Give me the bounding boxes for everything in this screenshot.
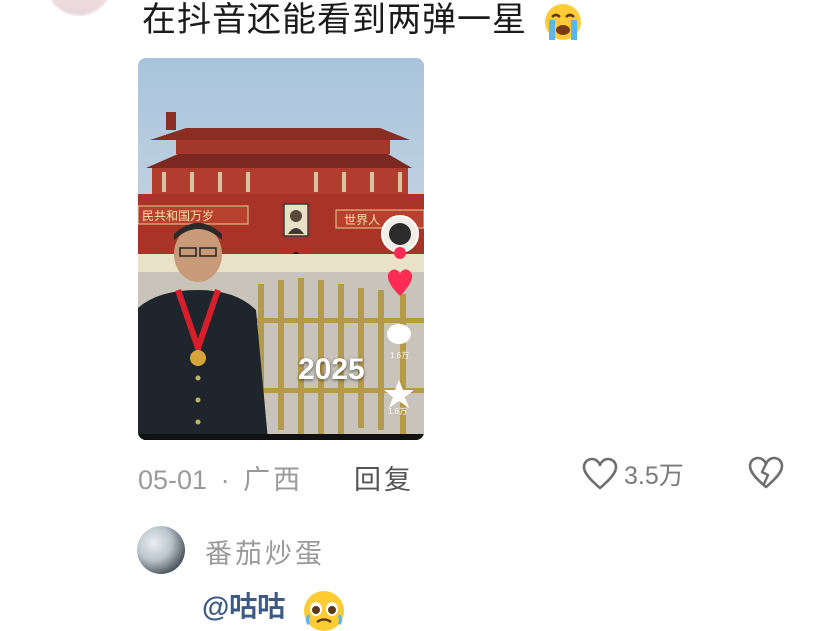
crying-face-icon bbox=[544, 3, 581, 40]
reply-username[interactable]: 番茄炒蛋 bbox=[205, 532, 325, 571]
like-button[interactable]: 3.5万 bbox=[582, 456, 684, 492]
reply-text: @咕咕 bbox=[202, 585, 349, 631]
like-count: 3.5万 bbox=[624, 462, 684, 490]
heart-outline-icon bbox=[582, 457, 618, 490]
meta-separator: · bbox=[220, 465, 230, 495]
comment-text-content: 在抖音还能看到两弹一星 bbox=[142, 0, 527, 40]
comment-count: 1.6万 bbox=[390, 351, 410, 360]
comment-text: 在抖音还能看到两弹一星 bbox=[142, 0, 587, 42]
plaque-right-text: 世界人 bbox=[344, 213, 380, 227]
mention-link[interactable]: @咕咕 bbox=[202, 591, 285, 622]
tiananmen-photo: 民共和国万岁 世界人 bbox=[138, 58, 424, 440]
comment-media-image[interactable]: 民共和国万岁 世界人 2025 1.6万 1.6万 bbox=[138, 58, 424, 440]
favorite-count: 1.6万 bbox=[388, 407, 408, 416]
plaque-left-text: 民共和国万岁 bbox=[142, 208, 214, 223]
comment-location: 广西 bbox=[243, 465, 304, 495]
broken-heart-icon bbox=[748, 456, 784, 489]
comment-date: 05-01 bbox=[138, 465, 208, 495]
commenter-avatar[interactable] bbox=[46, 0, 112, 16]
comment-meta: 05-01 · 广西 bbox=[138, 458, 303, 497]
dislike-button[interactable] bbox=[748, 456, 784, 494]
reply-user-avatar[interactable] bbox=[137, 526, 185, 574]
reply-button[interactable]: 回复 bbox=[354, 458, 414, 497]
video-overlay-year: 2025 bbox=[298, 353, 365, 386]
pleading-tears-face-icon bbox=[304, 590, 345, 631]
